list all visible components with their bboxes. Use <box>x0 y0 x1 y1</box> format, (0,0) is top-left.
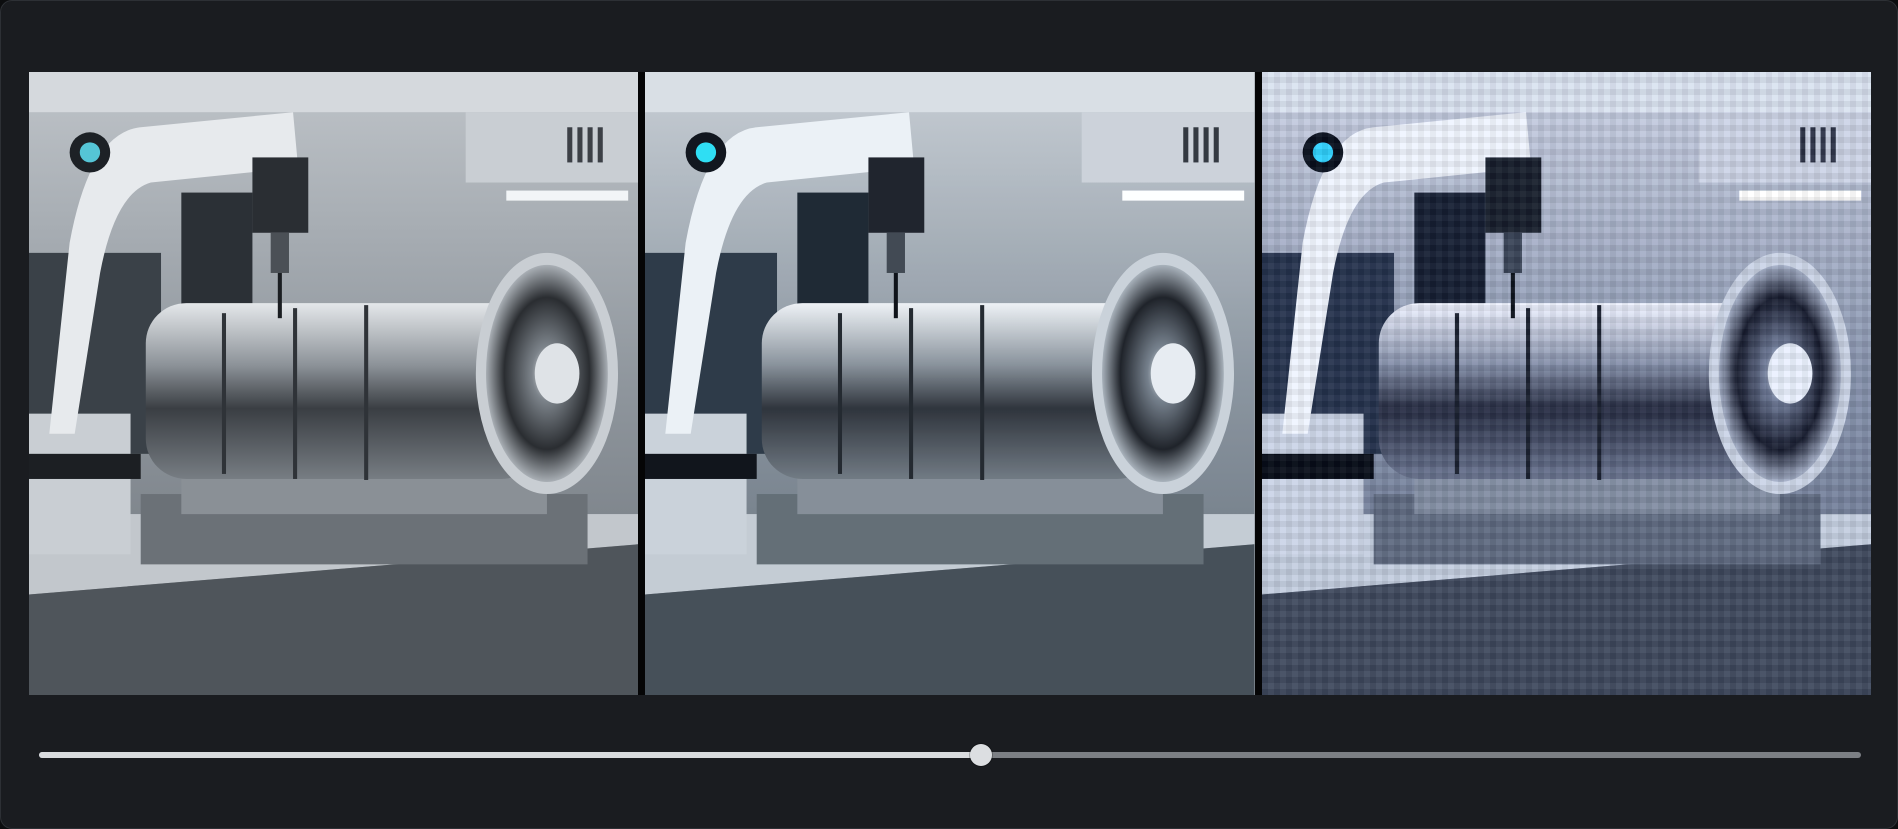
engine-scene-image <box>1261 72 1871 695</box>
image-panel-original <box>29 72 639 695</box>
image-panel-compressed-heavy <box>1261 72 1871 695</box>
slider-thumb[interactable] <box>969 744 992 766</box>
slider-fill <box>39 752 981 758</box>
image-panels <box>29 72 1871 695</box>
quality-slider[interactable] <box>39 741 1861 769</box>
comparison-viewer <box>0 0 1898 829</box>
image-panel-compressed-medium <box>645 72 1255 695</box>
engine-scene-image <box>645 72 1255 695</box>
engine-scene-image <box>29 72 639 695</box>
